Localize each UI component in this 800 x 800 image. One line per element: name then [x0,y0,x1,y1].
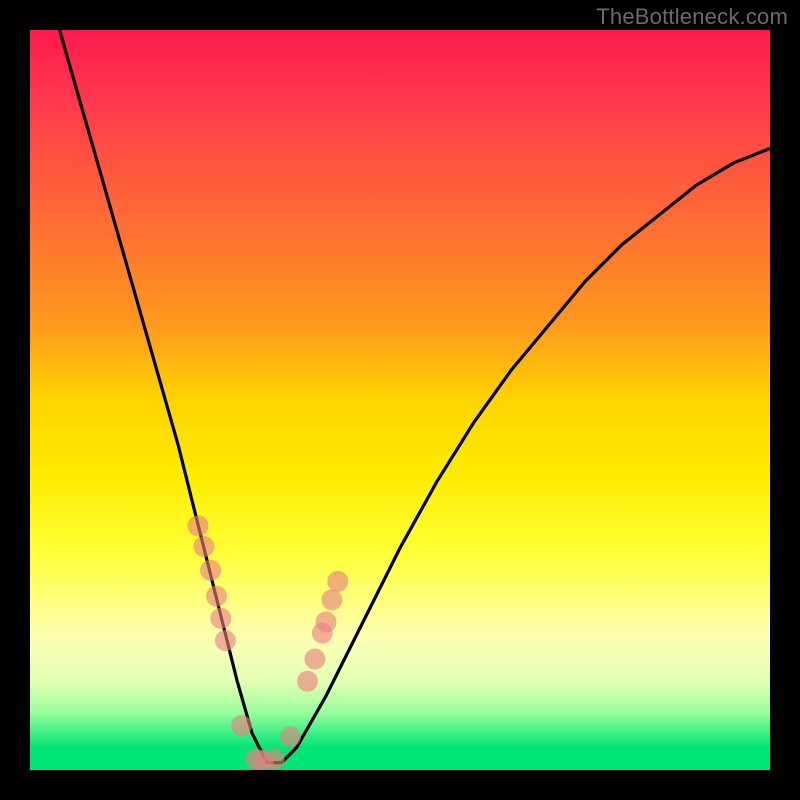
marker-point [316,612,337,633]
marker-point [188,515,209,536]
marker-point [297,671,318,692]
plot-area [30,30,770,770]
marker-point [327,571,348,592]
marker-point [231,715,252,736]
marker-point [264,748,285,769]
chart-container: TheBottleneck.com [0,0,800,800]
marker-point [304,649,325,670]
watermark-text: TheBottleneck.com [596,4,788,30]
marker-point [215,630,236,651]
bottleneck-curve [60,30,770,763]
marker-point [206,586,227,607]
marker-point [280,726,301,747]
curve-layer [30,30,770,770]
marker-point [200,560,221,581]
marker-point [193,536,214,557]
highlight-markers [188,515,349,770]
marker-point [321,589,342,610]
marker-point [210,608,231,629]
